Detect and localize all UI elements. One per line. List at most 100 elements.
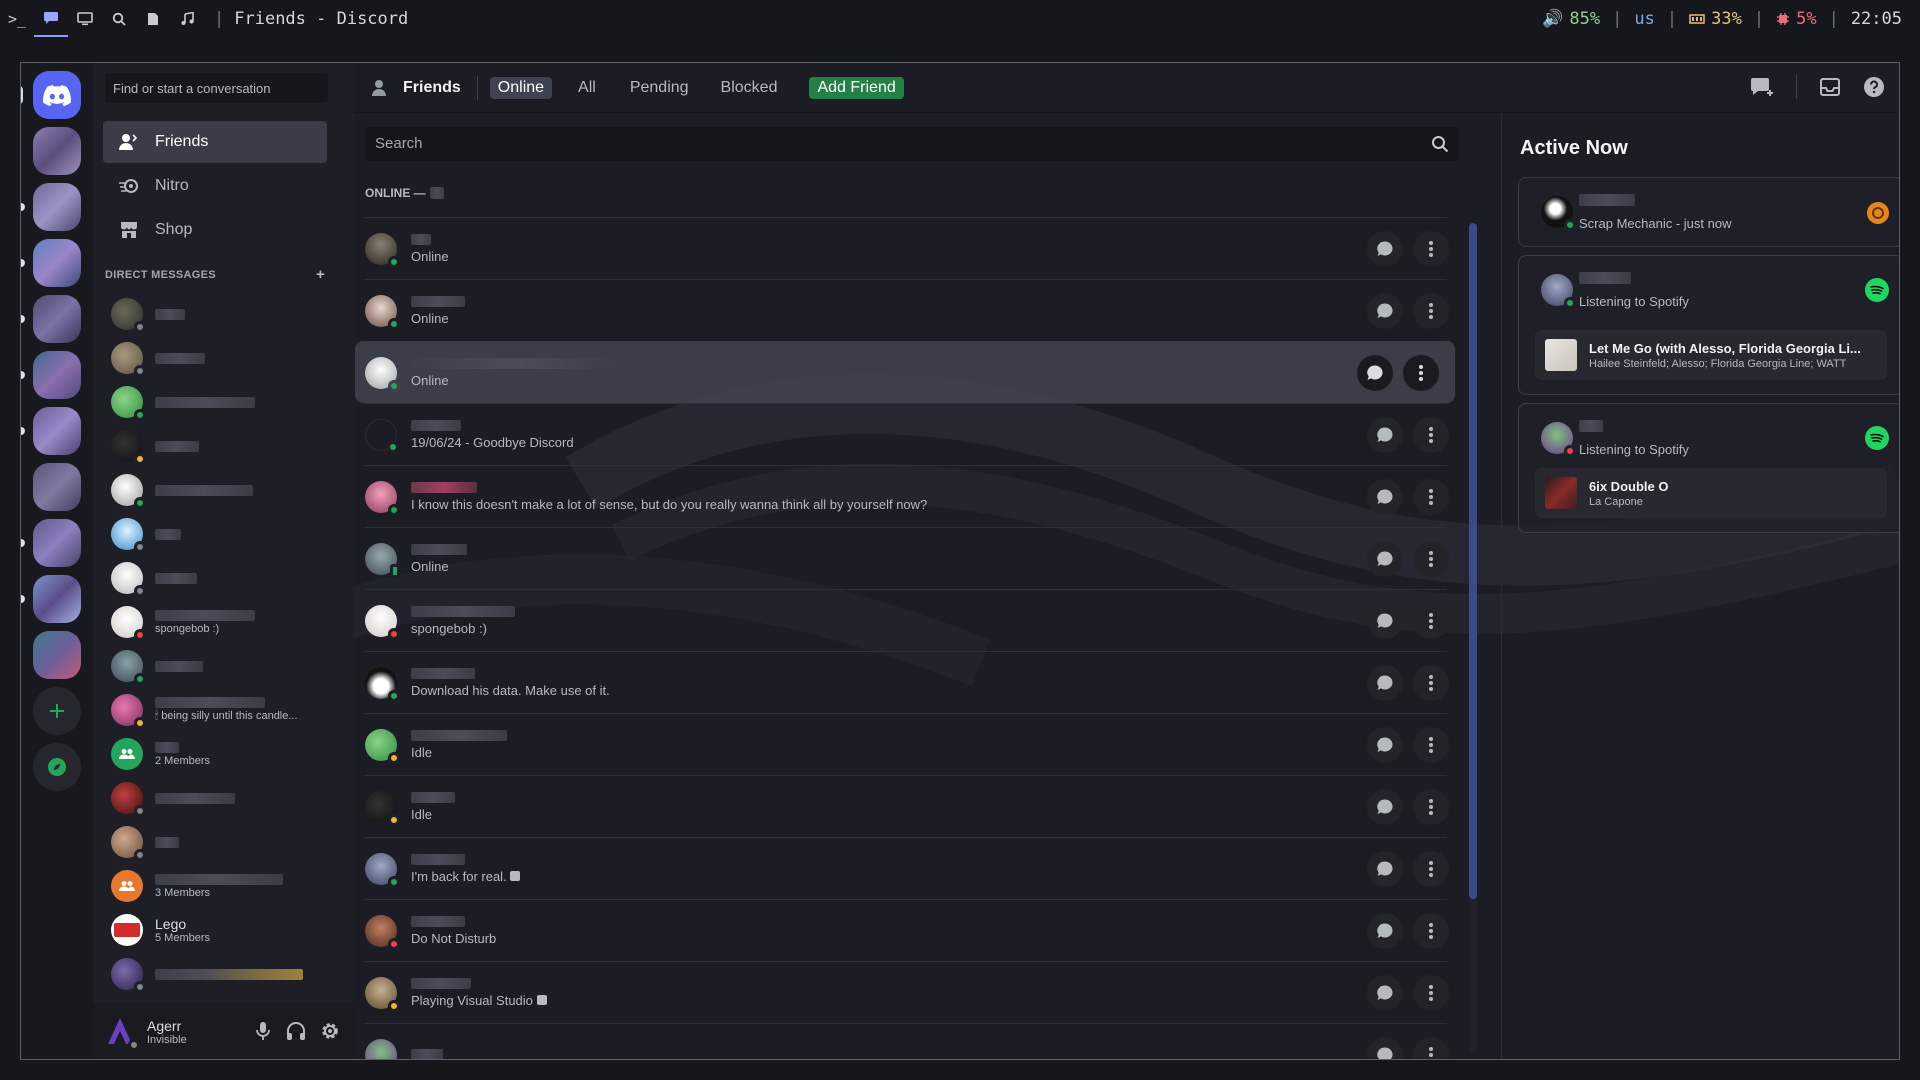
create-dm-plus-icon[interactable]: + <box>316 267 325 282</box>
message-button[interactable] <box>1367 478 1403 515</box>
spotify-track[interactable]: Let Me Go (with Alesso, Florida Georgia … <box>1535 330 1887 380</box>
more-options-button[interactable] <box>1413 292 1449 329</box>
activity-card[interactable]: Listening to Spotify 6ix Double O La Cap… <box>1518 403 1899 533</box>
friend-row[interactable]: Do Not Disturb <box>365 899 1449 961</box>
friend-row[interactable]: Idle <box>365 713 1449 775</box>
message-button[interactable] <box>1367 912 1403 949</box>
message-button[interactable] <box>1367 664 1403 701</box>
server-icon[interactable] <box>33 575 81 623</box>
dm-item[interactable]: spongebob :) <box>103 601 327 643</box>
more-options-button[interactable] <box>1403 354 1439 391</box>
dm-item[interactable] <box>103 821 327 863</box>
friends-search-input[interactable]: Search <box>365 127 1459 161</box>
more-options-button[interactable] <box>1413 230 1449 267</box>
activity-card[interactable]: Listening to Spotify Let Me Go (with Ale… <box>1518 255 1899 395</box>
more-options-button[interactable] <box>1413 912 1449 949</box>
dm-item[interactable] <box>103 513 327 555</box>
friend-row[interactable]: Download his data. Make use of it. <box>365 651 1449 713</box>
message-button[interactable] <box>1367 602 1403 639</box>
tab-pending[interactable]: Pending <box>622 77 697 99</box>
nav-nitro[interactable]: Nitro <box>103 165 327 207</box>
friend-row[interactable]: I know this doesn't make a lot of sense,… <box>365 465 1449 527</box>
message-button[interactable] <box>1367 788 1403 825</box>
server-icon[interactable] <box>33 127 81 175</box>
tab-online[interactable]: Online <box>489 76 553 99</box>
server-icon[interactable] <box>33 519 81 567</box>
settings-gear-icon[interactable] <box>319 1020 341 1042</box>
more-options-button[interactable] <box>1413 602 1449 639</box>
discord-workspace-icon[interactable] <box>34 0 68 37</box>
add-server-button[interactable] <box>33 687 81 735</box>
message-button[interactable] <box>1367 726 1403 763</box>
explore-servers-button[interactable] <box>33 743 81 791</box>
dm-item[interactable] <box>103 557 327 599</box>
tab-blocked[interactable]: Blocked <box>713 77 786 99</box>
friend-row[interactable]: Idle <box>365 775 1449 837</box>
friend-row[interactable]: Online <box>365 279 1449 341</box>
friend-row[interactable]: spongebob :) <box>365 589 1449 651</box>
dm-item[interactable] <box>103 381 327 423</box>
message-button[interactable] <box>1367 850 1403 887</box>
dm-item[interactable]: 🕯 being silly until this candle... <box>103 689 327 731</box>
dm-item[interactable] <box>103 469 327 511</box>
more-options-button[interactable] <box>1413 664 1449 701</box>
dm-group-item[interactable]: 3 Members <box>103 865 327 907</box>
nav-shop[interactable]: Shop <box>103 209 327 251</box>
server-icon[interactable] <box>33 183 81 231</box>
more-options-button[interactable] <box>1413 850 1449 887</box>
help-icon[interactable] <box>1863 76 1885 98</box>
headphones-icon[interactable] <box>285 1020 307 1042</box>
friend-row[interactable]: Online <box>365 527 1449 589</box>
search-icon[interactable] <box>102 0 136 37</box>
find-conversation-input[interactable]: Find or start a conversation <box>105 73 328 103</box>
spotify-track[interactable]: 6ix Double O La Capone <box>1535 468 1887 518</box>
scrollbar-thumb[interactable] <box>1469 223 1477 899</box>
file-icon[interactable] <box>136 0 170 37</box>
server-icon[interactable] <box>33 631 81 679</box>
dm-group-item[interactable]: 2 Members <box>103 733 327 775</box>
server-icon[interactable] <box>33 351 81 399</box>
message-button[interactable] <box>1367 1036 1403 1059</box>
inbox-icon[interactable] <box>1819 77 1841 97</box>
friend-row-hovered[interactable]: Online <box>355 341 1455 403</box>
user-avatar[interactable] <box>105 1016 140 1051</box>
nav-friends[interactable]: Friends <box>103 121 327 163</box>
message-button[interactable] <box>1367 230 1403 267</box>
new-group-dm-icon[interactable] <box>1750 76 1774 98</box>
server-icon[interactable] <box>33 463 81 511</box>
terminal-icon[interactable]: >_ <box>0 0 34 37</box>
friend-row[interactable] <box>365 1023 1449 1059</box>
more-options-button[interactable] <box>1413 726 1449 763</box>
message-button[interactable] <box>1367 416 1403 453</box>
music-icon[interactable] <box>170 0 204 37</box>
keyboard-layout[interactable]: us <box>1634 9 1654 29</box>
message-button[interactable] <box>1367 292 1403 329</box>
user-info[interactable]: Agerr Invisible <box>147 1018 187 1046</box>
friend-row[interactable]: Playing Visual Studio <box>365 961 1449 1023</box>
dm-group-item[interactable]: Lego 5 Members <box>103 909 327 951</box>
friend-row[interactable]: I'm back for real. <box>365 837 1449 899</box>
friend-row[interactable]: Online <box>365 217 1449 279</box>
more-options-button[interactable] <box>1413 974 1449 1011</box>
dm-item[interactable] <box>103 953 327 995</box>
more-options-button[interactable] <box>1413 416 1449 453</box>
more-options-button[interactable] <box>1413 788 1449 825</box>
add-friend-button[interactable]: Add Friend <box>809 76 904 99</box>
home-button[interactable] <box>33 71 81 119</box>
microphone-icon[interactable] <box>253 1020 273 1042</box>
dm-item[interactable] <box>103 645 327 687</box>
more-options-button[interactable] <box>1413 540 1449 577</box>
activity-card[interactable]: Scrap Mechanic - just now <box>1518 177 1899 247</box>
message-button[interactable] <box>1357 354 1393 391</box>
tab-all[interactable]: All <box>570 77 604 99</box>
server-icon[interactable] <box>33 239 81 287</box>
dm-item[interactable] <box>103 777 327 819</box>
message-button[interactable] <box>1367 540 1403 577</box>
dm-item[interactable] <box>103 425 327 467</box>
volume-status[interactable]: 🔊 85% <box>1542 9 1600 29</box>
monitor-icon[interactable] <box>68 0 102 37</box>
more-options-button[interactable] <box>1413 478 1449 515</box>
server-icon[interactable] <box>33 407 81 455</box>
friend-row[interactable]: 19/06/24 - Goodbye Discord <box>365 403 1449 465</box>
dm-item[interactable] <box>103 293 327 335</box>
